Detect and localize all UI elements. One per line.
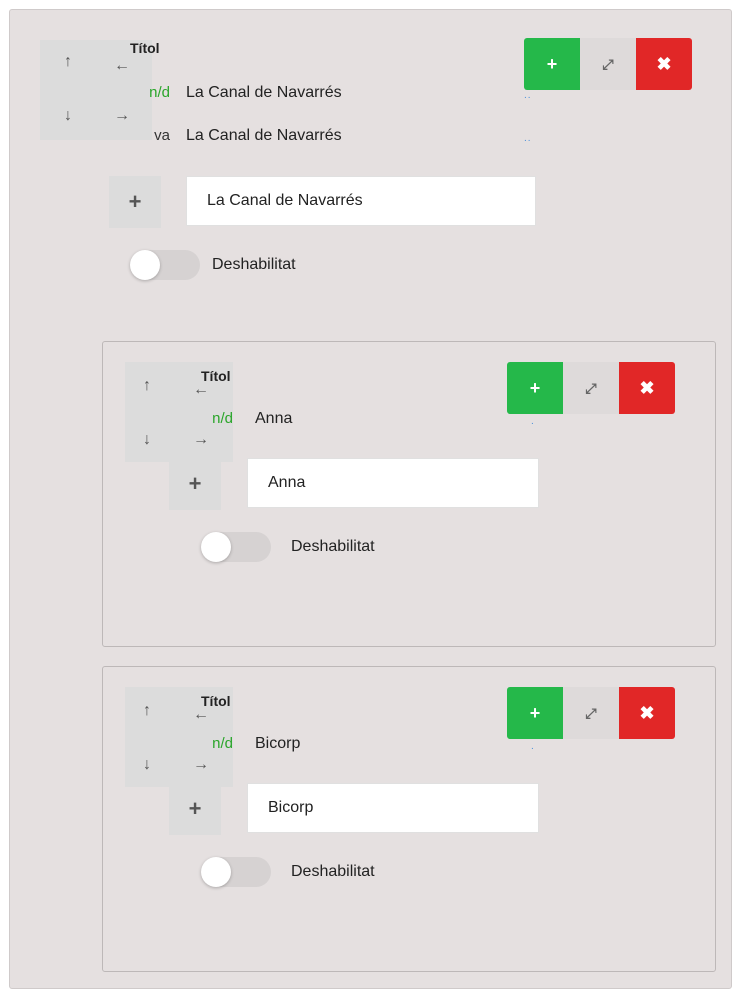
toggle-knob — [201, 532, 231, 562]
move-down-icon[interactable]: ↓ — [133, 426, 161, 454]
toggle-label: Deshabilitat — [291, 863, 375, 880]
move-up-icon[interactable]: ↑ — [54, 48, 82, 76]
move-down-icon[interactable]: ↓ — [54, 102, 82, 130]
disabled-toggle[interactable] — [201, 857, 271, 887]
move-right-icon[interactable]: → — [108, 102, 136, 130]
edit-handle[interactable]: . — [531, 741, 535, 752]
child-item-card: ↑ ← ↓ → Títol n/d Anna . + ⤢ ✖ + Anna De… — [102, 341, 716, 647]
toggle-knob — [130, 250, 160, 280]
add-translation-button[interactable]: + — [169, 458, 221, 510]
add-button[interactable]: + — [524, 38, 580, 90]
move-down-icon[interactable]: ↓ — [133, 751, 161, 779]
title-input[interactable]: La Canal de Navarrés — [186, 176, 536, 226]
title-label: Títol — [201, 693, 231, 709]
delete-button[interactable]: ✖ — [636, 38, 692, 90]
expand-button[interactable]: ⤢ — [580, 38, 636, 90]
edit-handle[interactable]: . — [531, 416, 535, 427]
lang-code: va — [154, 127, 170, 144]
lang-code: n/d — [212, 410, 233, 427]
disabled-toggle[interactable] — [201, 532, 271, 562]
edit-handle[interactable]: .. — [524, 133, 532, 144]
expand-button[interactable]: ⤢ — [563, 687, 619, 739]
move-right-icon[interactable]: → — [187, 751, 215, 779]
title-input[interactable]: Anna — [247, 458, 539, 508]
child-item-card: ↑ ← ↓ → Títol n/d Bicorp . + ⤢ ✖ + Bicor… — [102, 666, 716, 972]
title-input[interactable]: Bicorp — [247, 783, 539, 833]
delete-button[interactable]: ✖ — [619, 362, 675, 414]
title-label: Títol — [130, 40, 160, 56]
add-button[interactable]: + — [507, 362, 563, 414]
title-label: Títol — [201, 368, 231, 384]
toggle-label: Deshabilitat — [291, 538, 375, 555]
move-left-icon[interactable]: ← — [108, 52, 136, 80]
move-up-icon[interactable]: ↑ — [133, 372, 161, 400]
edit-handle[interactable]: .. — [524, 90, 532, 101]
title-value: Anna — [255, 410, 293, 427]
main-panel: ↑ ← ↓ → Títol n/d La Canal de Navarrés .… — [9, 9, 732, 989]
move-up-icon[interactable]: ↑ — [133, 697, 161, 725]
lang-code: n/d — [149, 84, 170, 101]
toggle-label: Deshabilitat — [212, 256, 296, 273]
add-button[interactable]: + — [507, 687, 563, 739]
lang-code: n/d — [212, 735, 233, 752]
title-value: La Canal de Navarrés — [186, 84, 342, 101]
title-value: La Canal de Navarrés — [186, 127, 342, 144]
title-value: Bicorp — [255, 735, 301, 752]
add-translation-button[interactable]: + — [109, 176, 161, 228]
move-right-icon[interactable]: → — [187, 426, 215, 454]
add-translation-button[interactable]: + — [169, 783, 221, 835]
disabled-toggle[interactable] — [130, 250, 200, 280]
delete-button[interactable]: ✖ — [619, 687, 675, 739]
expand-button[interactable]: ⤢ — [563, 362, 619, 414]
toggle-knob — [201, 857, 231, 887]
